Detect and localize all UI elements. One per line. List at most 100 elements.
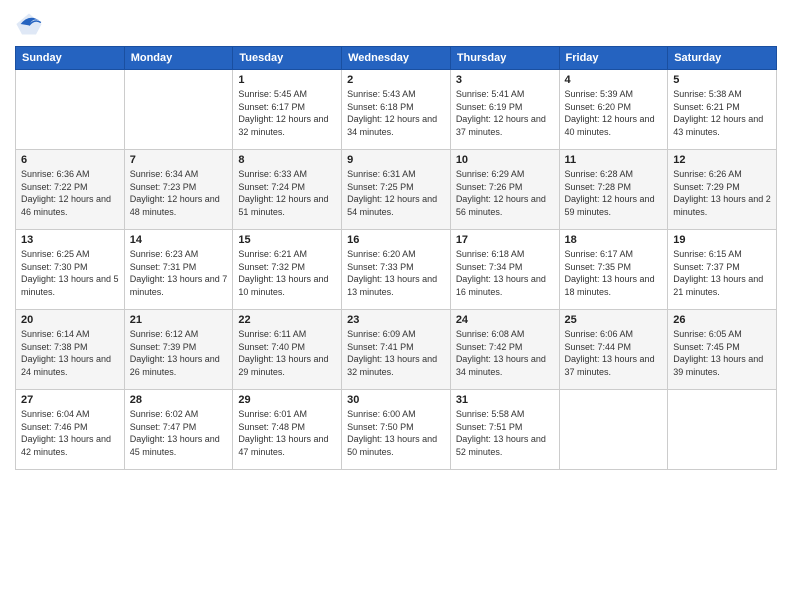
- calendar-table: SundayMondayTuesdayWednesdayThursdayFrid…: [15, 46, 777, 470]
- day-info: Sunrise: 6:34 AMSunset: 7:23 PMDaylight:…: [130, 168, 228, 218]
- day-info: Sunrise: 6:00 AMSunset: 7:50 PMDaylight:…: [347, 408, 445, 458]
- day-info: Sunrise: 6:06 AMSunset: 7:44 PMDaylight:…: [565, 328, 663, 378]
- day-number: 12: [673, 154, 771, 166]
- day-info: Sunrise: 6:31 AMSunset: 7:25 PMDaylight:…: [347, 168, 445, 218]
- day-info: Sunrise: 5:41 AMSunset: 6:19 PMDaylight:…: [456, 88, 554, 138]
- calendar-cell: 26 Sunrise: 6:05 AMSunset: 7:45 PMDayligh…: [668, 310, 777, 390]
- weekday-header-row: SundayMondayTuesdayWednesdayThursdayFrid…: [16, 47, 777, 70]
- day-info: Sunrise: 6:25 AMSunset: 7:30 PMDaylight:…: [21, 248, 119, 298]
- day-info: Sunrise: 5:38 AMSunset: 6:21 PMDaylight:…: [673, 88, 771, 138]
- calendar-cell: 28 Sunrise: 6:02 AMSunset: 7:47 PMDayligh…: [124, 390, 233, 470]
- calendar-cell: 19Sunrise: 6:15 AMSunset: 7:37 PMDayligh…: [668, 230, 777, 310]
- day-info: Sunrise: 6:09 AMSunset: 7:41 PMDaylight:…: [347, 328, 445, 378]
- day-info: Sunrise: 6:33 AMSunset: 7:24 PMDaylight:…: [238, 168, 336, 218]
- calendar-cell: 30 Sunrise: 6:00 AMSunset: 7:50 PMDayligh…: [342, 390, 451, 470]
- calendar-cell: 16 Sunrise: 6:20 AMSunset: 7:33 PMDayligh…: [342, 230, 451, 310]
- logo-icon: [15, 10, 43, 38]
- day-info: Sunrise: 6:26 AMSunset: 7:29 PMDaylight:…: [673, 168, 771, 218]
- day-info: Sunrise: 6:02 AMSunset: 7:47 PMDaylight:…: [130, 408, 228, 458]
- day-info: Sunrise: 6:08 AMSunset: 7:42 PMDaylight:…: [456, 328, 554, 378]
- calendar-cell: 15 Sunrise: 6:21 AMSunset: 7:32 PMDayligh…: [233, 230, 342, 310]
- weekday-header: Monday: [124, 47, 233, 70]
- day-number: 18: [565, 234, 663, 246]
- day-number: 11: [565, 154, 663, 166]
- weekday-header: Wednesday: [342, 47, 451, 70]
- day-info: Sunrise: 6:04 AMSunset: 7:46 PMDaylight:…: [21, 408, 119, 458]
- header: [15, 10, 777, 38]
- day-info: Sunrise: 6:17 AMSunset: 7:35 PMDaylight:…: [565, 248, 663, 298]
- calendar-cell: 6 Sunrise: 6:36 AMSunset: 7:22 PMDaylight…: [16, 150, 125, 230]
- day-number: 14: [130, 234, 228, 246]
- day-number: 10: [456, 154, 554, 166]
- day-info: Sunrise: 5:58 AMSunset: 7:51 PMDaylight:…: [456, 408, 554, 458]
- calendar-cell: 9 Sunrise: 6:31 AMSunset: 7:25 PMDaylight…: [342, 150, 451, 230]
- weekday-header: Tuesday: [233, 47, 342, 70]
- calendar-cell: [16, 70, 125, 150]
- calendar-cell: 21Sunrise: 6:12 AMSunset: 7:39 PMDayligh…: [124, 310, 233, 390]
- calendar-cell: 12 Sunrise: 6:26 AMSunset: 7:29 PMDayligh…: [668, 150, 777, 230]
- calendar-week-row: 1Sunrise: 5:45 AMSunset: 6:17 PMDaylight…: [16, 70, 777, 150]
- calendar-week-row: 13Sunrise: 6:25 AMSunset: 7:30 PMDayligh…: [16, 230, 777, 310]
- logo: [15, 10, 47, 38]
- calendar-cell: 29Sunrise: 6:01 AMSunset: 7:48 PMDayligh…: [233, 390, 342, 470]
- day-number: 9: [347, 154, 445, 166]
- day-info: Sunrise: 6:21 AMSunset: 7:32 PMDaylight:…: [238, 248, 336, 298]
- calendar-cell: 2 Sunrise: 5:43 AMSunset: 6:18 PMDaylight…: [342, 70, 451, 150]
- day-number: 19: [673, 234, 771, 246]
- day-number: 16: [347, 234, 445, 246]
- calendar-week-row: 27 Sunrise: 6:04 AMSunset: 7:46 PMDayligh…: [16, 390, 777, 470]
- calendar-cell: 5 Sunrise: 5:38 AMSunset: 6:21 PMDaylight…: [668, 70, 777, 150]
- day-number: 4: [565, 74, 663, 86]
- calendar-cell: 22 Sunrise: 6:11 AMSunset: 7:40 PMDayligh…: [233, 310, 342, 390]
- calendar-cell: 8 Sunrise: 6:33 AMSunset: 7:24 PMDaylight…: [233, 150, 342, 230]
- calendar-cell: [559, 390, 668, 470]
- day-number: 3: [456, 74, 554, 86]
- day-number: 15: [238, 234, 336, 246]
- day-info: Sunrise: 6:23 AMSunset: 7:31 PMDaylight:…: [130, 248, 228, 298]
- weekday-header: Sunday: [16, 47, 125, 70]
- day-number: 25: [565, 314, 663, 326]
- calendar-cell: 1Sunrise: 5:45 AMSunset: 6:17 PMDaylight…: [233, 70, 342, 150]
- calendar-week-row: 6 Sunrise: 6:36 AMSunset: 7:22 PMDaylight…: [16, 150, 777, 230]
- weekday-header: Thursday: [450, 47, 559, 70]
- day-number: 23: [347, 314, 445, 326]
- day-info: Sunrise: 5:43 AMSunset: 6:18 PMDaylight:…: [347, 88, 445, 138]
- day-number: 17: [456, 234, 554, 246]
- calendar-cell: 4 Sunrise: 5:39 AMSunset: 6:20 PMDaylight…: [559, 70, 668, 150]
- day-number: 22: [238, 314, 336, 326]
- day-number: 20: [21, 314, 119, 326]
- day-info: Sunrise: 6:20 AMSunset: 7:33 PMDaylight:…: [347, 248, 445, 298]
- day-number: 6: [21, 154, 119, 166]
- calendar-cell: 3 Sunrise: 5:41 AMSunset: 6:19 PMDaylight…: [450, 70, 559, 150]
- day-number: 2: [347, 74, 445, 86]
- day-number: 28: [130, 394, 228, 406]
- day-number: 31: [456, 394, 554, 406]
- day-number: 7: [130, 154, 228, 166]
- day-info: Sunrise: 6:11 AMSunset: 7:40 PMDaylight:…: [238, 328, 336, 378]
- calendar-cell: 7 Sunrise: 6:34 AMSunset: 7:23 PMDaylight…: [124, 150, 233, 230]
- calendar-cell: 13Sunrise: 6:25 AMSunset: 7:30 PMDayligh…: [16, 230, 125, 310]
- calendar-cell: 25 Sunrise: 6:06 AMSunset: 7:44 PMDayligh…: [559, 310, 668, 390]
- day-number: 8: [238, 154, 336, 166]
- day-number: 29: [238, 394, 336, 406]
- calendar-cell: [124, 70, 233, 150]
- day-info: Sunrise: 5:39 AMSunset: 6:20 PMDaylight:…: [565, 88, 663, 138]
- day-info: Sunrise: 6:29 AMSunset: 7:26 PMDaylight:…: [456, 168, 554, 218]
- calendar-cell: 11 Sunrise: 6:28 AMSunset: 7:28 PMDayligh…: [559, 150, 668, 230]
- calendar-week-row: 20Sunrise: 6:14 AMSunset: 7:38 PMDayligh…: [16, 310, 777, 390]
- day-info: Sunrise: 6:28 AMSunset: 7:28 PMDaylight:…: [565, 168, 663, 218]
- day-info: Sunrise: 6:12 AMSunset: 7:39 PMDaylight:…: [130, 328, 228, 378]
- calendar-cell: [668, 390, 777, 470]
- calendar-cell: 18 Sunrise: 6:17 AMSunset: 7:35 PMDayligh…: [559, 230, 668, 310]
- calendar-cell: 10 Sunrise: 6:29 AMSunset: 7:26 PMDayligh…: [450, 150, 559, 230]
- calendar-cell: 14 Sunrise: 6:23 AMSunset: 7:31 PMDayligh…: [124, 230, 233, 310]
- day-info: Sunrise: 6:36 AMSunset: 7:22 PMDaylight:…: [21, 168, 119, 218]
- day-info: Sunrise: 6:05 AMSunset: 7:45 PMDaylight:…: [673, 328, 771, 378]
- day-number: 26: [673, 314, 771, 326]
- day-number: 30: [347, 394, 445, 406]
- calendar-cell: 31 Sunrise: 5:58 AMSunset: 7:51 PMDayligh…: [450, 390, 559, 470]
- day-number: 27: [21, 394, 119, 406]
- calendar-cell: 20Sunrise: 6:14 AMSunset: 7:38 PMDayligh…: [16, 310, 125, 390]
- day-info: Sunrise: 5:45 AMSunset: 6:17 PMDaylight:…: [238, 88, 336, 138]
- day-number: 5: [673, 74, 771, 86]
